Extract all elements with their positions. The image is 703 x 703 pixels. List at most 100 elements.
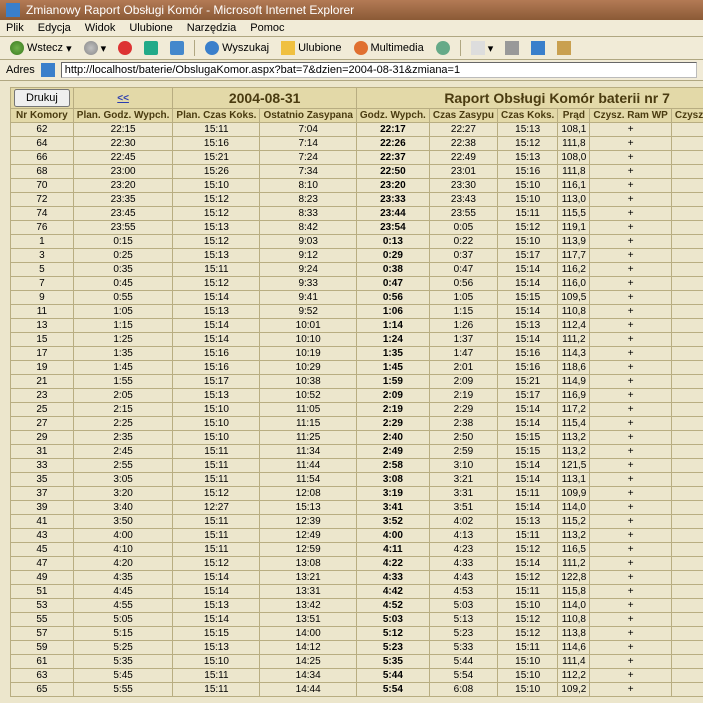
cell-gw: 1:35 <box>356 347 429 361</box>
cell-pck: 15:11 <box>173 543 260 557</box>
table-row: 7423:4515:128:3323:4423:5515:11115,5++++ <box>11 207 703 221</box>
cell-cz: 5:44 <box>429 655 497 669</box>
cell-ck: 15:14 <box>497 473 557 487</box>
cell-cz: 0:37 <box>429 249 497 263</box>
address-label: Adres <box>6 64 35 76</box>
cell-prad: 115,5 <box>558 207 590 221</box>
stop-button[interactable] <box>114 40 136 56</box>
cell-cz: 23:55 <box>429 207 497 221</box>
cell-nr: 23 <box>11 389 74 403</box>
edit-button[interactable] <box>527 40 549 56</box>
cell-ck: 15:12 <box>497 571 557 585</box>
cell-pgw: 2:25 <box>73 417 173 431</box>
back-button[interactable]: Wstecz ▾ <box>6 40 76 56</box>
cell-gw: 2:58 <box>356 459 429 473</box>
cell-rwp: + <box>590 347 671 361</box>
cell-gw: 22:50 <box>356 165 429 179</box>
cell-dwp: + <box>671 459 703 473</box>
table-row: 50:3515:119:240:380:4715:14116,2++++ <box>11 263 703 277</box>
cell-pck: 15:13 <box>173 305 260 319</box>
table-row: 555:0515:1413:515:035:1315:12110,8++++ <box>11 613 703 627</box>
table-row: 413:5015:1112:393:524:0215:13115,2++++ <box>11 515 703 529</box>
cell-oz: 13:51 <box>260 613 356 627</box>
cell-nr: 53 <box>11 599 74 613</box>
cell-nr: 25 <box>11 403 74 417</box>
cell-rwp: + <box>590 529 671 543</box>
cell-pgw: 23:20 <box>73 179 173 193</box>
address-input[interactable] <box>61 62 697 78</box>
cell-pgw: 5:05 <box>73 613 173 627</box>
cell-dwp: + <box>671 473 703 487</box>
cell-prad: 116,9 <box>558 389 590 403</box>
cell-nr: 49 <box>11 571 74 585</box>
cell-gw: 0:47 <box>356 277 429 291</box>
favorites-button[interactable]: Ulubione <box>277 40 345 56</box>
cell-ck: 15:15 <box>497 431 557 445</box>
refresh-button[interactable] <box>140 40 162 56</box>
print-report-button[interactable]: Drukuj <box>14 89 70 107</box>
refresh-icon <box>144 41 158 55</box>
forward-button[interactable]: ▾ <box>80 40 111 56</box>
print-icon <box>505 41 519 55</box>
cell-nr: 55 <box>11 613 74 627</box>
dropdown-icon: ▾ <box>66 42 72 55</box>
menu-tools[interactable]: Narzędzia <box>187 22 237 34</box>
cell-ck: 15:12 <box>497 221 557 235</box>
cell-ck: 15:11 <box>497 529 557 543</box>
cell-pgw: 22:15 <box>73 123 173 137</box>
cell-ck: 15:13 <box>497 319 557 333</box>
menu-edit[interactable]: Edycja <box>38 22 71 34</box>
cell-pck: 15:11 <box>173 123 260 137</box>
menu-help[interactable]: Pomoc <box>250 22 284 34</box>
cell-rwp: + <box>590 249 671 263</box>
cell-oz: 7:24 <box>260 151 356 165</box>
print-button[interactable] <box>501 40 523 56</box>
cell-nr: 1 <box>11 235 74 249</box>
cell-nr: 13 <box>11 319 74 333</box>
cell-pck: 15:10 <box>173 417 260 431</box>
cell-prad: 116,1 <box>558 179 590 193</box>
cell-prad: 122,8 <box>558 571 590 585</box>
media-button[interactable]: Multimedia <box>350 40 428 56</box>
cell-gw: 22:26 <box>356 137 429 151</box>
cell-cz: 22:49 <box>429 151 497 165</box>
cell-pgw: 2:15 <box>73 403 173 417</box>
cell-pck: 15:13 <box>173 249 260 263</box>
cell-gw: 23:44 <box>356 207 429 221</box>
table-row: 292:3515:1011:252:402:5015:15113,2++++ <box>11 431 703 445</box>
cell-gw: 22:17 <box>356 123 429 137</box>
cell-pck: 15:17 <box>173 375 260 389</box>
menu-view[interactable]: Widok <box>85 22 116 34</box>
cell-nr: 63 <box>11 669 74 683</box>
cell-prad: 109,5 <box>558 291 590 305</box>
mail-icon <box>471 41 485 55</box>
cell-prad: 113,9 <box>558 235 590 249</box>
home-button[interactable] <box>166 40 188 56</box>
cell-gw: 23:54 <box>356 221 429 235</box>
table-row: 615:3515:1014:255:355:4415:10111,4++++ <box>11 655 703 669</box>
cell-ck: 15:14 <box>497 333 557 347</box>
cell-nr: 74 <box>11 207 74 221</box>
cell-cz: 4:02 <box>429 515 497 529</box>
cell-oz: 11:34 <box>260 445 356 459</box>
cell-pgw: 1:35 <box>73 347 173 361</box>
nav-prev-link[interactable]: << <box>117 93 129 104</box>
table-row: 7623:5515:138:4223:540:0515:12119,1++++ <box>11 221 703 235</box>
cell-gw: 5:03 <box>356 613 429 627</box>
menu-favorites[interactable]: Ulubione <box>129 22 172 34</box>
cell-nr: 68 <box>11 165 74 179</box>
search-button[interactable]: Wyszukaj <box>201 40 273 56</box>
mail-button[interactable]: ▾ <box>467 40 498 56</box>
history-button[interactable] <box>432 40 454 56</box>
cell-cz: 0:47 <box>429 263 497 277</box>
cell-pck: 15:15 <box>173 627 260 641</box>
menu-file[interactable]: Plik <box>6 22 24 34</box>
cell-dwp: + <box>671 277 703 291</box>
column-header: Czysz. Drzwi WP <box>671 109 703 123</box>
cell-nr: 29 <box>11 431 74 445</box>
discuss-button[interactable] <box>553 40 575 56</box>
nav-prev-cell: << <box>73 88 173 109</box>
column-header: Czas Zasypu <box>429 109 497 123</box>
cell-pgw: 1:15 <box>73 319 173 333</box>
cell-nr: 64 <box>11 137 74 151</box>
